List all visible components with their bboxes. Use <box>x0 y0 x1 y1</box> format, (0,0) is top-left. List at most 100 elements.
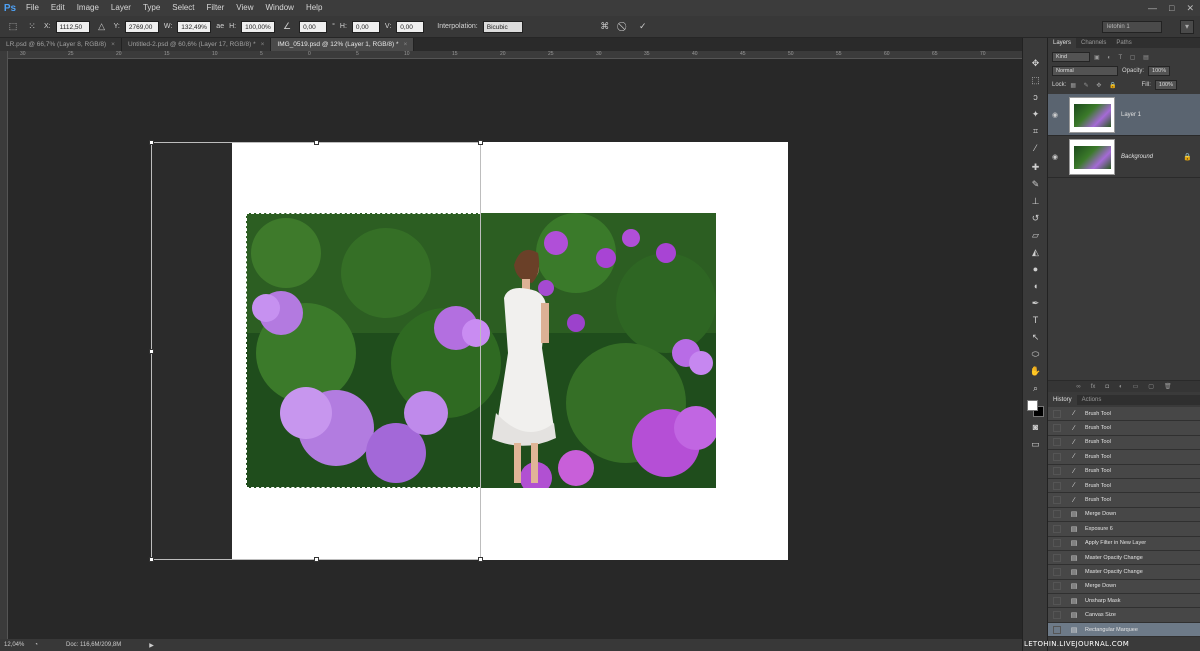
canvas-area[interactable] <box>9 60 1022 639</box>
blur-tool-icon[interactable]: ● <box>1028 262 1043 276</box>
status-arrow-icon[interactable]: ▶ <box>149 642 154 649</box>
tab-history[interactable]: History <box>1048 395 1077 405</box>
close-tab-icon[interactable]: × <box>111 41 115 48</box>
eyedropper-icon[interactable]: ⁄ <box>1028 141 1043 155</box>
history-snapshot-box[interactable] <box>1053 438 1061 447</box>
quick-selection-icon[interactable]: ✦ <box>1028 107 1043 121</box>
history-item[interactable]: ∕ Brush Tool <box>1048 478 1200 494</box>
dodge-tool-icon[interactable]: ◖ <box>1028 279 1043 293</box>
history-snapshot-box[interactable] <box>1053 510 1061 519</box>
history-snapshot-box[interactable] <box>1053 553 1061 562</box>
history-snapshot-box[interactable] <box>1053 496 1061 505</box>
transform-handle-bottom[interactable] <box>314 557 319 562</box>
new-layer-icon[interactable]: ▢ <box>1148 383 1154 390</box>
minimize-button[interactable]: — <box>1148 3 1157 13</box>
tab-actions[interactable]: Actions <box>1077 395 1107 405</box>
x-field[interactable]: 1112,50 p <box>55 20 90 43</box>
transform-handle-br[interactable] <box>478 557 483 562</box>
history-snapshot-box[interactable] <box>1053 596 1061 605</box>
status-info-icon[interactable]: ◔ <box>34 642 38 648</box>
brush-tool-icon[interactable]: ✎ <box>1028 177 1043 191</box>
close-tab-icon[interactable]: × <box>261 41 265 48</box>
menu-layer[interactable]: Layer <box>105 0 137 16</box>
history-item[interactable]: ∕ Brush Tool <box>1048 493 1200 508</box>
menu-edit[interactable]: Edit <box>45 0 71 16</box>
history-item[interactable]: ▤ Merge Down <box>1048 579 1200 595</box>
tab-img-0519[interactable]: IMG_0519.psd @ 12% (Layer 1, RGB/8) * × <box>271 38 415 51</box>
move-tool-icon[interactable]: ✥ <box>1028 56 1043 70</box>
close-window-button[interactable]: ✕ <box>1186 3 1194 14</box>
layer-row-layer-1[interactable]: ◉ Layer 1 <box>1048 94 1200 136</box>
screen-mode-icon[interactable]: ▭ <box>1028 437 1043 451</box>
filter-kind-select[interactable]: Kind <box>1052 52 1090 62</box>
history-snapshot-box[interactable] <box>1053 452 1061 461</box>
group-icon[interactable]: ▭ <box>1133 383 1139 390</box>
lock-icons[interactable]: ▦ ✎ ✥ 🔒 <box>1070 82 1119 89</box>
path-selection-icon[interactable]: ↖ <box>1028 330 1043 344</box>
history-snapshot-box[interactable] <box>1053 481 1061 490</box>
history-item[interactable]: ∕ Brush Tool <box>1048 421 1200 436</box>
paint-bucket-icon[interactable]: ◭ <box>1028 245 1043 259</box>
history-item[interactable]: ▤ Unsharp Mask <box>1048 594 1200 609</box>
commit-transform-icon[interactable]: ✓ <box>636 20 650 34</box>
history-snapshot-box[interactable] <box>1053 424 1061 433</box>
layer-name[interactable]: Background <box>1121 154 1153 160</box>
menu-view[interactable]: View <box>230 0 259 16</box>
history-item[interactable]: ▤ Canvas Size <box>1048 608 1200 623</box>
menu-type[interactable]: Type <box>137 0 166 16</box>
history-snapshot-box[interactable] <box>1053 582 1061 591</box>
y-field[interactable]: 2769,00 p <box>124 20 159 43</box>
transform-handle-top[interactable] <box>314 140 319 145</box>
menu-help[interactable]: Help <box>300 0 328 16</box>
marquee-tool-icon[interactable]: ⬚ <box>1028 73 1043 87</box>
history-snapshot-box[interactable] <box>1053 567 1061 576</box>
history-item[interactable]: ∕ Brush Tool <box>1048 435 1200 451</box>
tab-paths[interactable]: Paths <box>1111 38 1136 48</box>
history-item[interactable]: ▤ Master Opacity Change <box>1048 565 1200 580</box>
menu-image[interactable]: Image <box>71 0 105 16</box>
menu-filter[interactable]: Filter <box>201 0 231 16</box>
foreground-color-swatch[interactable] <box>1027 400 1038 411</box>
width-field[interactable]: 132,49% <box>177 20 212 33</box>
link-icon[interactable]: ae <box>216 23 224 30</box>
transform-handle-left[interactable] <box>149 349 154 354</box>
history-item[interactable]: ▤ Master Opacity Change <box>1048 550 1200 566</box>
clone-stamp-icon[interactable]: ⊥ <box>1028 194 1043 208</box>
zoom-tool-icon[interactable]: ⌕ <box>1028 381 1043 395</box>
workspace-menu-icon[interactable]: ▾ <box>1180 20 1194 34</box>
ruler-vertical[interactable] <box>0 51 8 639</box>
history-snapshot-box[interactable] <box>1053 539 1061 548</box>
history-brush-icon[interactable]: ↺ <box>1028 211 1043 225</box>
tab-lr[interactable]: LR.psd @ 66,7% (Layer 8, RGB/8) × <box>0 38 122 51</box>
shape-tool-icon[interactable]: ⬭ <box>1028 347 1043 361</box>
history-snapshot-box[interactable] <box>1053 524 1061 533</box>
layer-name[interactable]: Layer 1 <box>1121 112 1141 118</box>
fill-field[interactable]: 100% <box>1154 80 1177 90</box>
filter-icons[interactable]: ▣ ◐ T ▢ ▤ <box>1094 54 1152 61</box>
history-item[interactable]: ▤ Rectangular Marquee <box>1048 622 1200 638</box>
history-snapshot-box[interactable] <box>1053 611 1061 620</box>
lasso-tool-icon[interactable]: ↄ <box>1028 90 1043 104</box>
visibility-eye-icon[interactable]: ◉ <box>1048 111 1062 119</box>
blend-mode-select[interactable]: Normal <box>1052 66 1118 76</box>
angle-field[interactable]: 0,00 <box>299 20 328 33</box>
eraser-icon[interactable]: ▱ <box>1028 228 1043 242</box>
height-field[interactable]: 100,00% <box>241 20 276 33</box>
transform-bounding-box[interactable] <box>149 140 483 562</box>
crop-tool-icon[interactable]: ⌗ <box>1028 124 1043 138</box>
history-item[interactable]: ▤ Apply Filter in New Layer <box>1048 536 1200 551</box>
history-snapshot-box[interactable] <box>1053 467 1061 476</box>
quick-mask-icon[interactable]: ◙ <box>1028 420 1043 434</box>
vskew-field[interactable]: 0,00 <box>396 20 425 33</box>
transform-handle-tl[interactable] <box>149 140 154 145</box>
tab-layers[interactable]: Layers <box>1048 38 1077 48</box>
transform-tool-icon[interactable]: ⬚ <box>6 20 20 34</box>
tab-channels[interactable]: Channels <box>1076 38 1111 48</box>
link-layers-icon[interactable]: ∞ <box>1076 384 1080 390</box>
reference-point-icon[interactable]: ⁙ <box>25 20 39 34</box>
hand-tool-icon[interactable]: ✋ <box>1028 364 1043 378</box>
menu-file[interactable]: File <box>20 0 45 16</box>
ruler-horizontal[interactable]: 30 25 20 15 10 5 0 5 10 15 20 25 30 35 40 45 50 55 60 65 70 <box>8 51 1022 59</box>
interpolation-select[interactable]: Bicubic <box>482 20 523 33</box>
visibility-eye-icon[interactable]: ◉ <box>1048 153 1062 161</box>
